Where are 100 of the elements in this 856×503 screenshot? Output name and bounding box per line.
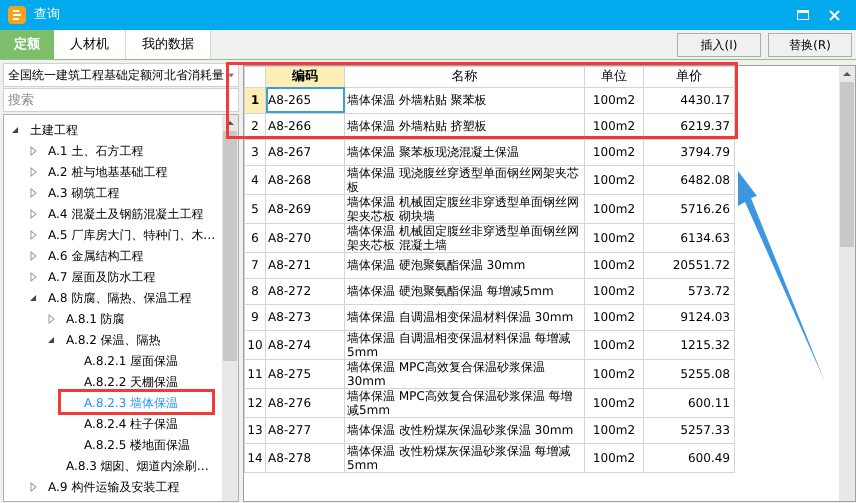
table-cell: 墙体保温 现浇腹丝穿透型单面钢丝网架夹芯板 xyxy=(344,165,584,194)
table-cell: A8-265 xyxy=(266,87,344,113)
window-title: 查询 xyxy=(34,6,60,24)
table-cell: 100m2 xyxy=(584,223,644,252)
library-dropdown[interactable]: 全国统一建筑工程基础定额河北省消耗量 xyxy=(3,63,239,87)
table-cell: A8-274 xyxy=(266,330,344,359)
table-cell: A8-268 xyxy=(266,165,344,194)
table-cell: 20551.72 xyxy=(644,252,734,278)
row-number: 12 xyxy=(244,388,266,417)
table-cell: A8-266 xyxy=(266,113,344,139)
table-cell: 100m2 xyxy=(584,359,644,388)
table-cell: 100m2 xyxy=(584,388,644,417)
table-cell: A8-272 xyxy=(266,278,344,304)
table-cell: 573.72 xyxy=(644,278,734,304)
tree-item[interactable]: A.4 混凝土及钢筋混凝土工程 xyxy=(48,204,204,222)
tree-item[interactable]: A.8.2.4 柱子保温 xyxy=(84,414,178,432)
table-cell: A8-273 xyxy=(266,304,344,330)
app-logo-icon xyxy=(8,6,26,24)
table-cell: 6219.37 xyxy=(644,113,734,139)
table-cell: 6134.63 xyxy=(644,223,734,252)
row-number: 7 xyxy=(244,252,266,278)
table-cell: 100m2 xyxy=(584,330,644,359)
table-cell: 墙体保温 MPC高效复合保温砂浆保温 30mm xyxy=(344,359,584,388)
close-icon[interactable] xyxy=(829,10,840,20)
scroll-thumb[interactable] xyxy=(223,131,237,361)
dropdown-value: 全国统一建筑工程基础定额河北省消耗量 xyxy=(8,67,224,84)
row-number: 4 xyxy=(244,165,266,194)
table-cell: 100m2 xyxy=(584,278,644,304)
tree-item[interactable]: A.8.2.1 屋面保温 xyxy=(84,352,178,370)
row-number: 14 xyxy=(244,443,266,472)
table-cell: 100m2 xyxy=(584,165,644,194)
table-cell: 墙体保温 机械固定腹丝非穿透型单面钢丝网架夹芯板 砌块墙 xyxy=(344,194,584,223)
tree-item[interactable]: A.6 金属结构工程 xyxy=(48,246,144,264)
table-cell: 600.49 xyxy=(644,443,734,472)
tree-item[interactable]: A.5 厂库房大门、特种门、木… xyxy=(48,226,216,244)
tree-item[interactable]: A.8.3 烟囱、烟道内涂刷… xyxy=(66,456,209,474)
table-cell: A8-278 xyxy=(266,443,344,472)
tree-item[interactable]: A.8.2.2 天棚保温 xyxy=(84,372,178,390)
table-cell: 1215.32 xyxy=(644,330,734,359)
table-cell: 墙体保温 改性粉煤灰保温砂浆保温 30mm xyxy=(344,417,584,443)
tree-item[interactable]: A.8.2 保温、隔热 xyxy=(66,330,161,348)
row-number: 8 xyxy=(244,278,266,304)
row-number: 1 xyxy=(244,87,266,113)
table-cell: A8-276 xyxy=(266,388,344,417)
scrollbar[interactable] xyxy=(222,115,238,501)
table-cell: 4430.17 xyxy=(644,87,734,113)
tree-item[interactable]: 土建工程 xyxy=(30,120,78,138)
caret-icon xyxy=(228,72,234,78)
table-cell: A8-271 xyxy=(266,252,344,278)
table-cell: 100m2 xyxy=(584,443,644,472)
search-field[interactable]: 搜索 xyxy=(3,88,239,112)
table-cell: 5255.08 xyxy=(644,359,734,388)
tree-item[interactable]: A.8.1 防腐 xyxy=(66,310,125,328)
table-cell: A8-275 xyxy=(266,359,344,388)
tree-item[interactable]: A.2 桩与地基基础工程 xyxy=(48,162,168,180)
row-number: 3 xyxy=(244,139,266,165)
table-cell: 6482.08 xyxy=(644,165,734,194)
table-cell: A8-269 xyxy=(266,194,344,223)
tree-item[interactable]: A.7 屋面及防水工程 xyxy=(48,268,156,286)
table-cell: 墙体保温 改性粉煤灰保温砂浆保温 每增减5mm xyxy=(344,443,584,472)
table-cell: 墙体保温 自调温相变保温材料保温 30mm xyxy=(344,304,584,330)
table-cell: 9124.03 xyxy=(644,304,734,330)
row-number: 11 xyxy=(244,359,266,388)
tree-item[interactable]: A.8.2.5 楼地面保温 xyxy=(84,436,190,454)
tab[interactable]: 我的数据 xyxy=(126,30,211,59)
toolbar-button[interactable]: 替换(R) xyxy=(768,32,852,56)
row-number: 13 xyxy=(244,417,266,443)
scroll-thumb[interactable] xyxy=(840,82,854,247)
table-cell: 5257.33 xyxy=(644,417,734,443)
table-cell: 墙体保温 自调温相变保温材料保温 每增减5mm xyxy=(344,330,584,359)
tab[interactable]: 人材机 xyxy=(54,30,126,59)
tree-item[interactable]: A.1 土、石方工程 xyxy=(48,142,144,160)
column-header[interactable]: 单价 xyxy=(644,66,734,87)
table-cell: 100m2 xyxy=(584,252,644,278)
table-cell: 3794.79 xyxy=(644,139,734,165)
tree-item[interactable]: A.9 构件运输及安装工程 xyxy=(48,478,180,496)
toolbar-button[interactable]: 插入(I) xyxy=(677,32,761,56)
tree-item[interactable]: A.8 防腐、隔热、保温工程 xyxy=(48,288,192,306)
table-cell: 墙体保温 硬泡聚氨酯保温 30mm xyxy=(344,252,584,278)
table-cell: 100m2 xyxy=(584,194,644,223)
row-number: 5 xyxy=(244,194,266,223)
tree-item[interactable]: A.3 砌筑工程 xyxy=(48,184,120,202)
maximize-icon[interactable] xyxy=(797,10,809,20)
column-header[interactable]: 单位 xyxy=(584,66,644,87)
scrollbar[interactable] xyxy=(839,66,855,501)
row-number: 10 xyxy=(244,330,266,359)
table-cell: A8-277 xyxy=(266,417,344,443)
column-header[interactable]: 名称 xyxy=(344,66,584,87)
table-cell: 100m2 xyxy=(584,304,644,330)
table-cell: 5716.26 xyxy=(644,194,734,223)
table-cell: 100m2 xyxy=(584,113,644,139)
table-cell: 墙体保温 机械固定腹丝非穿透型单面钢丝网架夹芯板 混凝土墙 xyxy=(344,223,584,252)
table-cell: 墙体保温 MPC高效复合保温砂浆保温 每增减5mm xyxy=(344,388,584,417)
table-cell: A8-267 xyxy=(266,139,344,165)
column-header[interactable]: 编码 xyxy=(266,66,344,87)
table-cell: 100m2 xyxy=(584,139,644,165)
table-cell: A8-270 xyxy=(266,223,344,252)
row-number: 6 xyxy=(244,223,266,252)
table-cell: 100m2 xyxy=(584,417,644,443)
row-number: 9 xyxy=(244,304,266,330)
